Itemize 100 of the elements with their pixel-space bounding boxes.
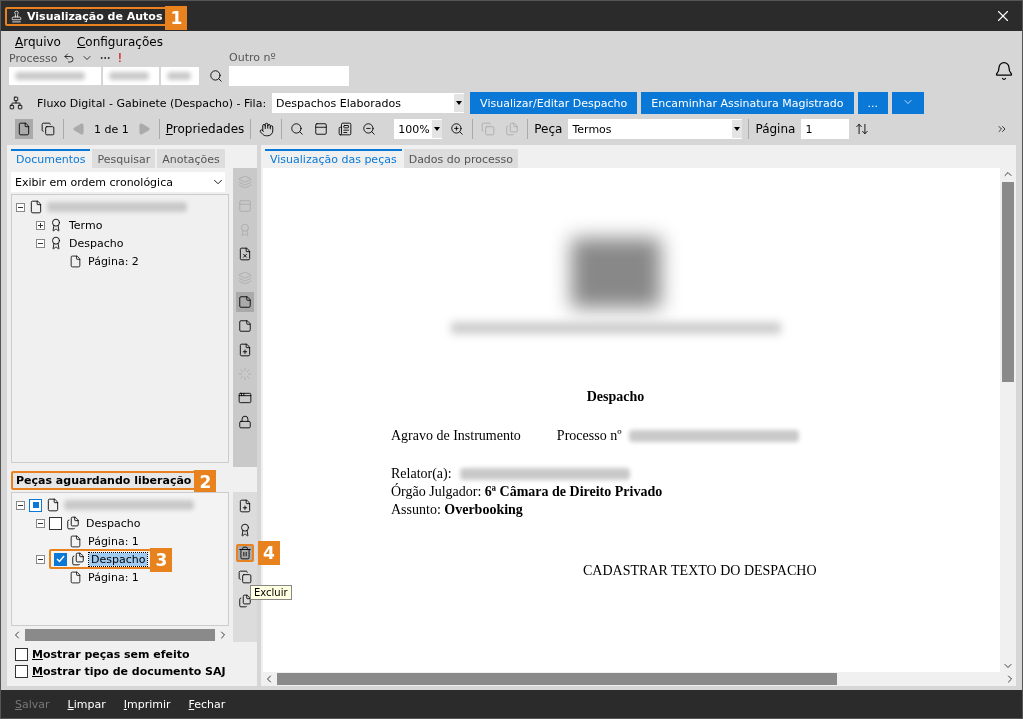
- tree-item[interactable]: Despacho: [84, 516, 143, 530]
- workflow-icon: [9, 96, 23, 110]
- chevrons-right-icon[interactable]: [996, 123, 1008, 135]
- copy-icon: [505, 122, 520, 136]
- action-button[interactable]: Visualizar/Editar Despacho: [470, 92, 638, 114]
- tab[interactable]: Visualização das peças: [265, 149, 402, 168]
- document-icon: [29, 200, 43, 214]
- tree-item[interactable]: Termo: [67, 218, 105, 232]
- page-lines-icon: [338, 122, 353, 136]
- action-button[interactable]: Encaminhar Assinatura Magistrado: [641, 92, 854, 114]
- tree-item[interactable]: Despacho: [67, 236, 126, 250]
- dropdown-caret-icon[interactable]: [732, 120, 743, 138]
- footer-button[interactable]: Imprimir: [123, 697, 171, 711]
- properties-button[interactable]: Propriedades: [165, 122, 245, 136]
- dropdown-caret-icon[interactable]: [454, 94, 465, 112]
- bell-icon[interactable]: [994, 61, 1014, 81]
- checkbox-option[interactable]: Mostrar tipo de documento SAJ: [7, 663, 257, 680]
- collapse-icon[interactable]: [36, 518, 45, 528]
- page-field[interactable]: 1: [801, 119, 850, 139]
- search-icon: [290, 122, 305, 136]
- certificate-icon: [49, 218, 63, 232]
- documents-icon: [71, 552, 85, 566]
- undo-icon[interactable]: [63, 52, 76, 64]
- zoom-select[interactable]: 100%: [394, 119, 443, 139]
- callout-number: 4: [258, 541, 280, 565]
- tab[interactable]: Anotações: [157, 149, 225, 168]
- collapse-icon[interactable]: [36, 238, 45, 248]
- collapse-icon[interactable]: [36, 554, 45, 564]
- lock-icon: [238, 415, 252, 429]
- queue-select[interactable]: Despachos Elaborados: [272, 93, 465, 113]
- search-icon[interactable]: [209, 69, 223, 83]
- zoom-in-icon: [450, 122, 465, 136]
- file-plus-icon: [238, 343, 252, 357]
- tree-item[interactable]: Despacho: [89, 552, 148, 566]
- sticky-note-icon: [238, 295, 252, 309]
- page-icon: [69, 254, 82, 268]
- document-text: Órgão Julgador: 6ª Câmara de Direito Privado: [391, 484, 663, 500]
- menu-item[interactable]: Configurações: [76, 35, 163, 49]
- horizontal-scrollbar[interactable]: [263, 672, 1016, 686]
- tree-icon: [238, 175, 252, 189]
- pages-icon: [238, 594, 252, 608]
- zoom-out-icon: [362, 122, 377, 136]
- file-x-icon: [238, 247, 252, 261]
- piece-select[interactable]: Termos: [568, 119, 743, 139]
- copy-icon: [481, 122, 496, 136]
- triangle-right-icon: [136, 122, 151, 136]
- dropdown-caret-icon[interactable]: [432, 120, 443, 138]
- checkbox[interactable]: [49, 516, 62, 530]
- tree-item[interactable]: Página: 1: [86, 570, 141, 584]
- collapse-icon[interactable]: [16, 202, 25, 212]
- action-button[interactable]: ...: [857, 92, 889, 114]
- document-text: Assunto: Overbooking: [391, 502, 523, 518]
- window-title: Visualização de Autos: [27, 9, 163, 23]
- triangle-left-icon: [72, 122, 86, 136]
- window-icon: [238, 391, 252, 405]
- checkbox[interactable]: [29, 498, 42, 512]
- tab[interactable]: Dados do processo: [403, 149, 519, 168]
- dropdown-button[interactable]: [892, 92, 925, 114]
- collapse-icon[interactable]: [16, 500, 25, 510]
- note-button[interactable]: [236, 292, 254, 312]
- process-field[interactable]: [161, 67, 199, 85]
- expand-icon[interactable]: [36, 220, 45, 230]
- copy-icon: [238, 570, 252, 584]
- document-text: Relator(a):: [391, 466, 452, 482]
- page-view-button[interactable]: [15, 119, 33, 139]
- callout-number: 2: [194, 470, 217, 494]
- spin-arrows-icon[interactable]: [855, 122, 870, 136]
- menu-item[interactable]: Arquivo: [15, 35, 61, 49]
- callout-number: 1: [165, 5, 188, 30]
- input-field[interactable]: [229, 66, 349, 86]
- field-label: Processo: [9, 51, 58, 65]
- field-label: Página: [755, 122, 796, 136]
- app-logo-icon: [10, 9, 23, 23]
- document-icon: [46, 498, 60, 512]
- checkbox[interactable]: [54, 552, 67, 566]
- checkbox-option[interactable]: Mostrar peças sem efeito: [7, 646, 257, 663]
- process-field[interactable]: [9, 67, 101, 85]
- page-counter: 1 de 1: [94, 122, 129, 136]
- footer-button[interactable]: Fechar: [188, 697, 226, 711]
- order-select[interactable]: Exibir em ordem cronológica: [11, 172, 225, 192]
- tree-item[interactable]: Página: 1: [86, 534, 141, 548]
- tree-item[interactable]: Página: 2: [86, 254, 141, 268]
- process-field[interactable]: [103, 67, 159, 85]
- loader-icon: [238, 367, 252, 381]
- callout-number: 3: [150, 548, 173, 572]
- document-text: Processo nº: [556, 428, 622, 444]
- certificate-icon: [238, 223, 252, 237]
- file-plus-icon: [238, 499, 252, 513]
- tab[interactable]: Pesquisar: [92, 149, 156, 168]
- alert-mark: !: [117, 51, 123, 65]
- stack-icon: [238, 271, 252, 285]
- documents-icon: [66, 516, 80, 530]
- page-icon: [17, 122, 31, 136]
- footer-button[interactable]: Limpar: [67, 697, 106, 711]
- document-title: Despacho: [585, 389, 646, 405]
- pages-icon: [41, 122, 55, 136]
- document-text: CADASTRAR TEXTO DO DESPACHO: [583, 563, 818, 579]
- page-icon: [69, 570, 82, 584]
- document-text: Agravo de Instrumento: [391, 428, 521, 444]
- tooltip: Excluir: [250, 585, 292, 600]
